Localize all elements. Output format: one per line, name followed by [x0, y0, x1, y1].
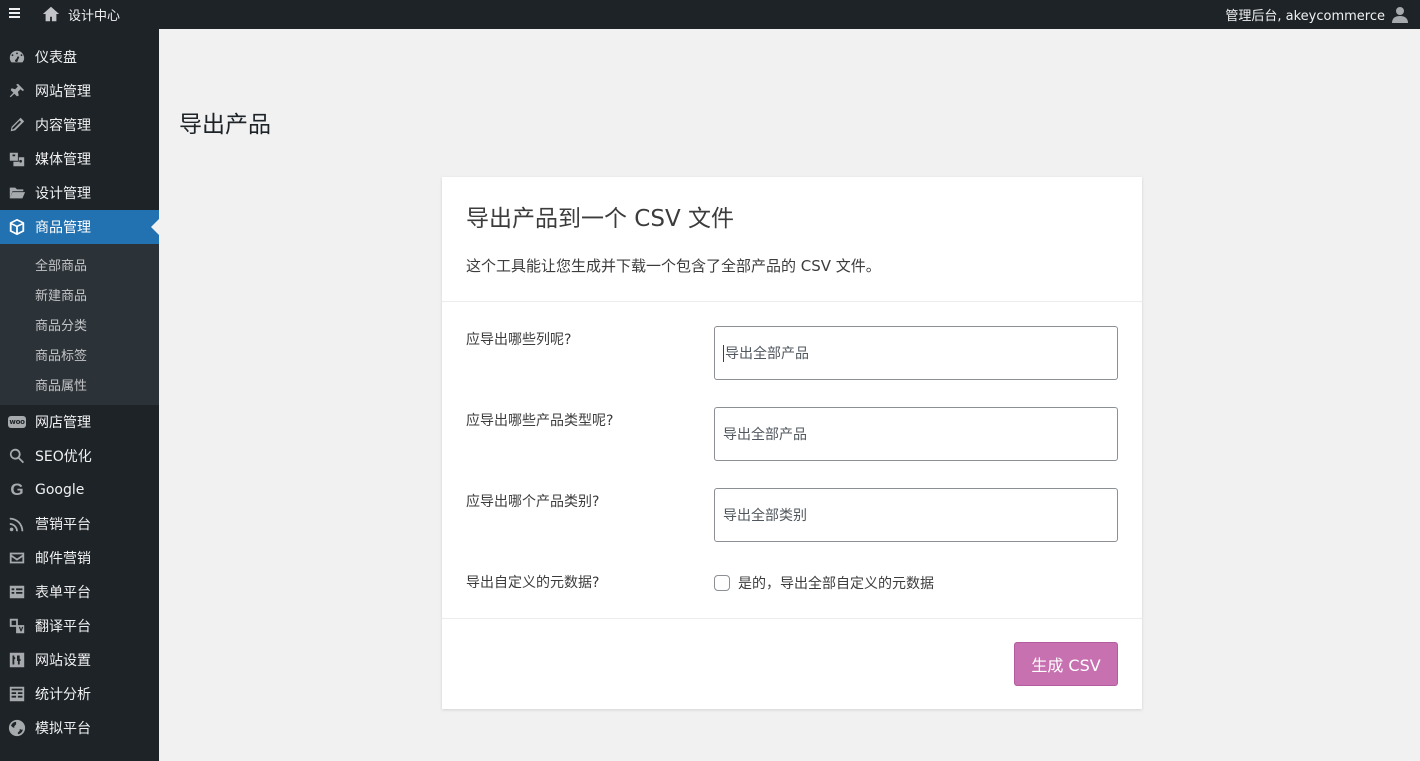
generate-csv-button[interactable]: 生成 CSV	[1014, 642, 1118, 686]
home-icon	[42, 6, 60, 22]
mail-icon	[8, 549, 26, 567]
card-description: 这个工具能让您生成并下载一个包含了全部产品的 CSV 文件。	[466, 257, 881, 275]
admin-sidebar: 仪表盘 网站管理 内容管理 媒体管理 设计管理 商品管理 全部商品 新建商品 商…	[0, 29, 159, 761]
rss-icon	[8, 515, 26, 533]
sidebar-item-label: 内容管理	[35, 118, 91, 134]
sidebar-item-email[interactable]: 邮件营销	[0, 541, 159, 575]
sidebar-item-label: 模拟平台	[35, 721, 91, 737]
sidebar-item-simulation[interactable]: 模拟平台	[0, 711, 159, 745]
page-title: 导出产品	[179, 112, 271, 138]
meta-checkbox-row[interactable]: 是的，导出全部自定义的元数据	[714, 573, 934, 593]
sidebar-item-label: 营销平台	[35, 517, 91, 533]
products-submenu: 全部商品 新建商品 商品分类 商品标签 商品属性	[0, 244, 159, 405]
category-label: 应导出哪个产品类别?	[466, 494, 600, 510]
pin-icon	[8, 82, 26, 100]
sidebar-item-label: 网站管理	[35, 84, 91, 100]
admin-bar: 设计中心 管理后台, akeycommerce	[0, 0, 1420, 29]
translate-icon	[8, 617, 26, 635]
box-icon	[8, 218, 26, 236]
dashboard-icon	[8, 48, 26, 66]
submenu-item-categories[interactable]: 商品分类	[0, 309, 159, 339]
meta-checkbox[interactable]	[714, 575, 730, 591]
search-icon	[8, 447, 26, 465]
site-home-link[interactable]: 设计中心	[42, 4, 120, 24]
sidebar-item-dashboard[interactable]: 仪表盘	[0, 40, 159, 74]
sidebar-item-analytics[interactable]: 统计分析	[0, 677, 159, 711]
category-placeholder: 导出全部类别	[723, 508, 807, 524]
sidebar-item-marketing[interactable]: 营销平台	[0, 507, 159, 541]
submenu-item-tags[interactable]: 商品标签	[0, 339, 159, 369]
media-icon	[8, 150, 26, 168]
columns-label: 应导出哪些列呢?	[466, 332, 572, 348]
sidebar-item-label: 统计分析	[35, 687, 91, 703]
sidebar-item-label: 仪表盘	[35, 50, 77, 66]
account-menu[interactable]: 管理后台, akeycommerce	[1225, 4, 1408, 24]
category-select[interactable]: 导出全部类别	[714, 488, 1118, 542]
sidebar-item-media[interactable]: 媒体管理	[0, 142, 159, 176]
submenu-item-attributes[interactable]: 商品属性	[0, 369, 159, 399]
settings-icon	[8, 651, 26, 669]
sidebar-item-label: SEO优化	[35, 449, 92, 465]
analytics-icon	[8, 685, 26, 703]
globe-icon	[8, 719, 26, 737]
sidebar-item-translate[interactable]: 翻译平台	[0, 609, 159, 643]
sidebar-item-site[interactable]: 网站管理	[0, 74, 159, 108]
submenu-item-all-products[interactable]: 全部商品	[0, 249, 159, 279]
sidebar-item-label: 设计管理	[35, 186, 91, 202]
meta-checkbox-label: 是的，导出全部自定义的元数据	[738, 576, 934, 592]
sidebar-item-forms[interactable]: 表单平台	[0, 575, 159, 609]
sidebar-item-design[interactable]: 设计管理	[0, 176, 159, 210]
card-header	[442, 177, 1142, 302]
sidebar-item-label: 网站设置	[35, 653, 91, 669]
folder-icon	[8, 184, 26, 202]
woo-icon: woo	[8, 416, 26, 428]
form-icon	[8, 583, 26, 601]
sidebar-item-content[interactable]: 内容管理	[0, 108, 159, 142]
pencil-icon	[8, 116, 26, 134]
sidebar-item-label: 网店管理	[35, 415, 91, 431]
sidebar-item-label: 表单平台	[35, 585, 91, 601]
menu-toggle-icon[interactable]	[9, 6, 23, 22]
account-text: 管理后台, akeycommerce	[1225, 8, 1385, 24]
product-types-select[interactable]: 导出全部产品	[714, 407, 1118, 461]
user-icon	[1392, 6, 1408, 23]
text-caret	[723, 344, 724, 362]
sidebar-item-label: 媒体管理	[35, 152, 91, 168]
card-title: 导出产品到一个 CSV 文件	[466, 206, 735, 232]
columns-placeholder: 导出全部产品	[725, 346, 809, 362]
meta-label: 导出自定义的元数据?	[466, 575, 600, 591]
site-name: 设计中心	[68, 8, 121, 24]
product-types-label: 应导出哪些产品类型呢?	[466, 413, 614, 429]
sidebar-item-label: Google	[35, 482, 85, 498]
sidebar-item-label: 商品管理	[35, 220, 91, 236]
sidebar-item-seo[interactable]: SEO优化	[0, 439, 159, 473]
sidebar-item-label: 翻译平台	[35, 619, 91, 635]
sidebar-item-settings[interactable]: 网站设置	[0, 643, 159, 677]
sidebar-item-products[interactable]: 商品管理	[0, 210, 159, 244]
footer-divider	[442, 618, 1142, 619]
sidebar-item-shop[interactable]: woo 网店管理	[0, 405, 159, 439]
submenu-item-new-product[interactable]: 新建商品	[0, 279, 159, 309]
product-types-placeholder: 导出全部产品	[723, 427, 807, 443]
sidebar-item-label: 邮件营销	[35, 551, 91, 567]
columns-select[interactable]: 导出全部产品	[714, 326, 1118, 380]
export-card: 导出产品到一个 CSV 文件 这个工具能让您生成并下载一个包含了全部产品的 CS…	[442, 177, 1142, 709]
sidebar-item-google[interactable]: G Google	[0, 473, 159, 507]
google-icon: G	[10, 480, 24, 499]
